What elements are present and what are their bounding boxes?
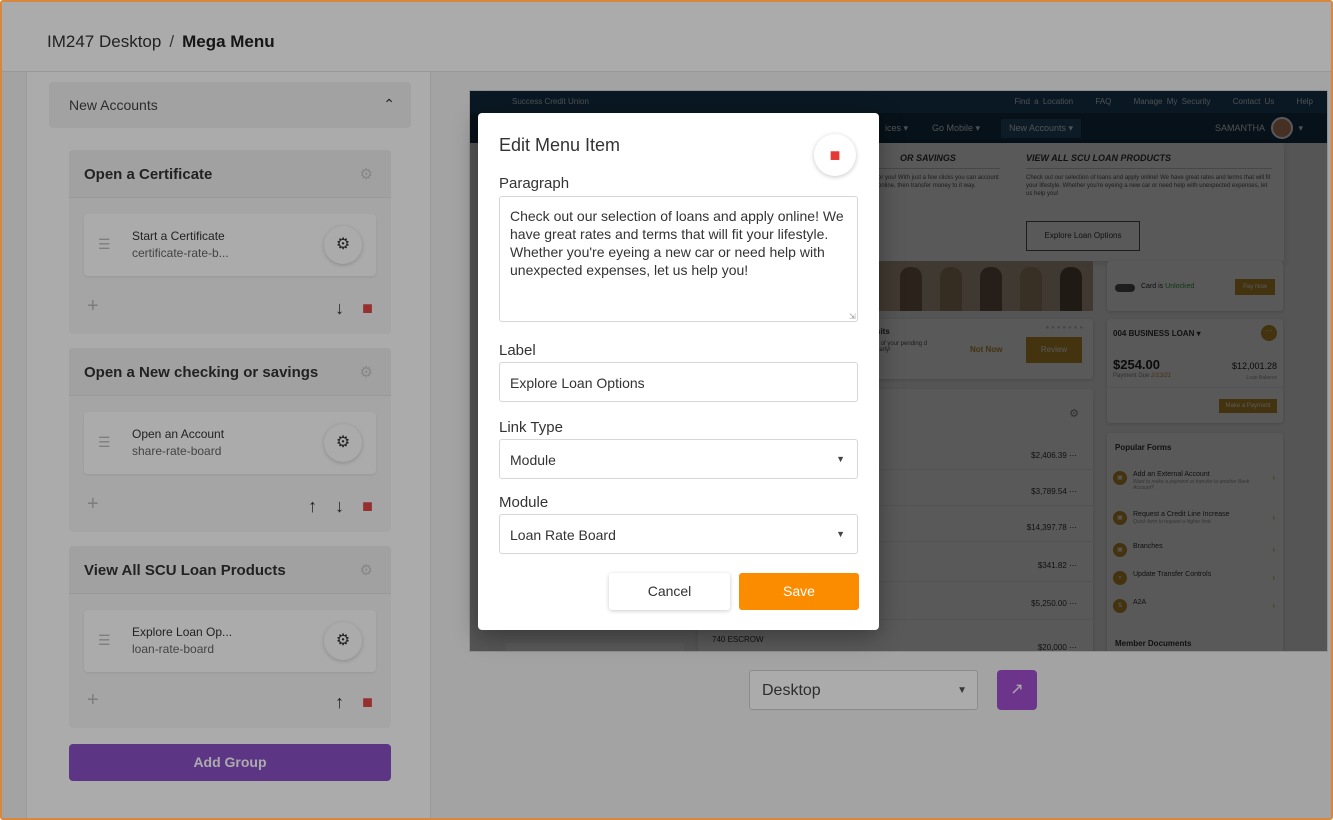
delete-button[interactable]: ■	[814, 134, 856, 176]
paragraph-textarea[interactable]: Check out our selection of loans and app…	[499, 196, 858, 322]
label-input[interactable]: Explore Loan Options	[499, 362, 858, 402]
module-value: Loan Rate Board	[510, 527, 616, 543]
resize-grip-icon[interactable]: ⇲	[849, 312, 856, 321]
save-button[interactable]: Save	[739, 573, 859, 610]
chevron-down-icon: ▼	[836, 529, 845, 539]
edit-menu-item-dialog: Edit Menu Item ■ Paragraph Check out our…	[478, 113, 879, 630]
paragraph-label: Paragraph	[499, 175, 570, 192]
label-input-value: Explore Loan Options	[510, 375, 645, 391]
link-type-label: Link Type	[499, 419, 563, 436]
link-type-select[interactable]: Module ▼	[499, 439, 858, 479]
cancel-button[interactable]: Cancel	[609, 573, 730, 610]
label-label: Label	[499, 342, 536, 359]
trash-icon: ■	[829, 145, 841, 165]
chevron-down-icon: ▼	[836, 454, 845, 464]
app-frame: IM247 Desktop / Mega Menu New Accounts ⌃ O…	[0, 0, 1333, 820]
dialog-title: Edit Menu Item	[499, 135, 621, 155]
link-type-value: Module	[510, 452, 556, 468]
module-select[interactable]: Loan Rate Board ▼	[499, 514, 858, 554]
module-label: Module	[499, 494, 549, 511]
